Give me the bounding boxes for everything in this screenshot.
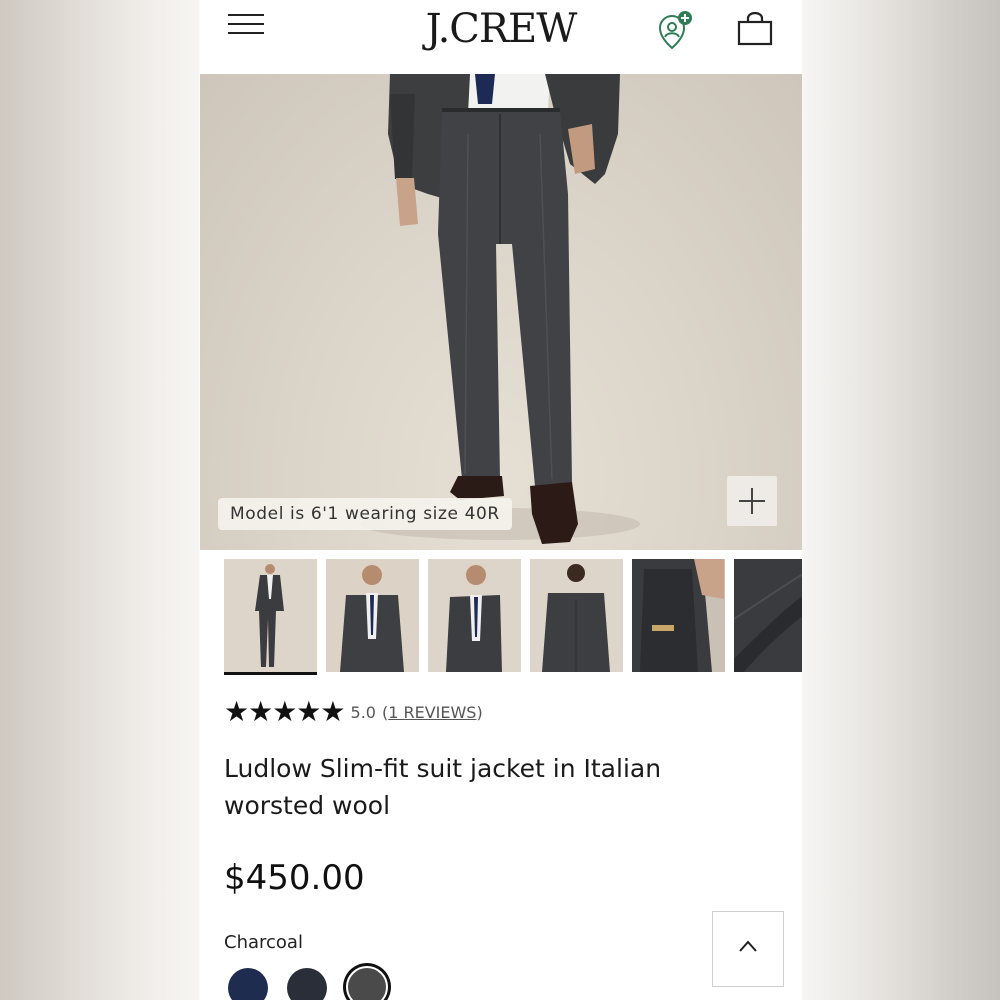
rating-value: 5.0 [350, 702, 376, 722]
site-header: J.CREW [200, 0, 802, 74]
thumbnail-jacket-three-quarter[interactable] [428, 559, 521, 672]
zoom-plus-icon[interactable] [727, 476, 777, 526]
reviews-link[interactable]: (1 REVIEWS) [382, 703, 483, 722]
rating-stars: ★★★★★ [224, 695, 346, 728]
thumbnail-jacket-front[interactable] [326, 559, 419, 672]
color-swatch-dark-navy[interactable] [287, 968, 327, 1000]
reviews-count: 1 REVIEWS [388, 702, 477, 722]
thumbnail-jacket-lining[interactable] [632, 559, 725, 672]
thumbnail-fabric-detail[interactable] [734, 559, 802, 672]
color-swatch-navy[interactable] [228, 968, 268, 1000]
model-photo [360, 74, 640, 544]
product-price: $450.00 [224, 858, 365, 898]
thumbnail-full-length[interactable] [224, 559, 317, 675]
product-rating: ★★★★★ 5.0 (1 REVIEWS) [224, 697, 483, 727]
reviews-close-paren: ) [476, 702, 483, 722]
shopping-bag-icon[interactable] [736, 11, 774, 46]
model-size-caption: Model is 6'1 wearing size 40R [218, 498, 512, 530]
thumbnail-jacket-back[interactable] [530, 559, 623, 672]
thumbnail-strip [224, 559, 802, 675]
product-hero-image[interactable]: Model is 6'1 wearing size 40R [200, 74, 802, 550]
brand-logo[interactable]: J.CREW [200, 6, 802, 52]
selected-color-label: Charcoal [224, 932, 303, 953]
account-add-icon[interactable] [656, 10, 698, 52]
product-title: Ludlow Slim-fit suit jacket in Italian w… [224, 754, 662, 820]
back-to-top-button[interactable] [712, 911, 784, 987]
color-swatch-charcoal[interactable] [346, 966, 388, 1000]
product-page: J.CREW Model is 6'1 wearing size 40R ★★★… [200, 0, 802, 1000]
chevron-up-icon [739, 940, 757, 952]
